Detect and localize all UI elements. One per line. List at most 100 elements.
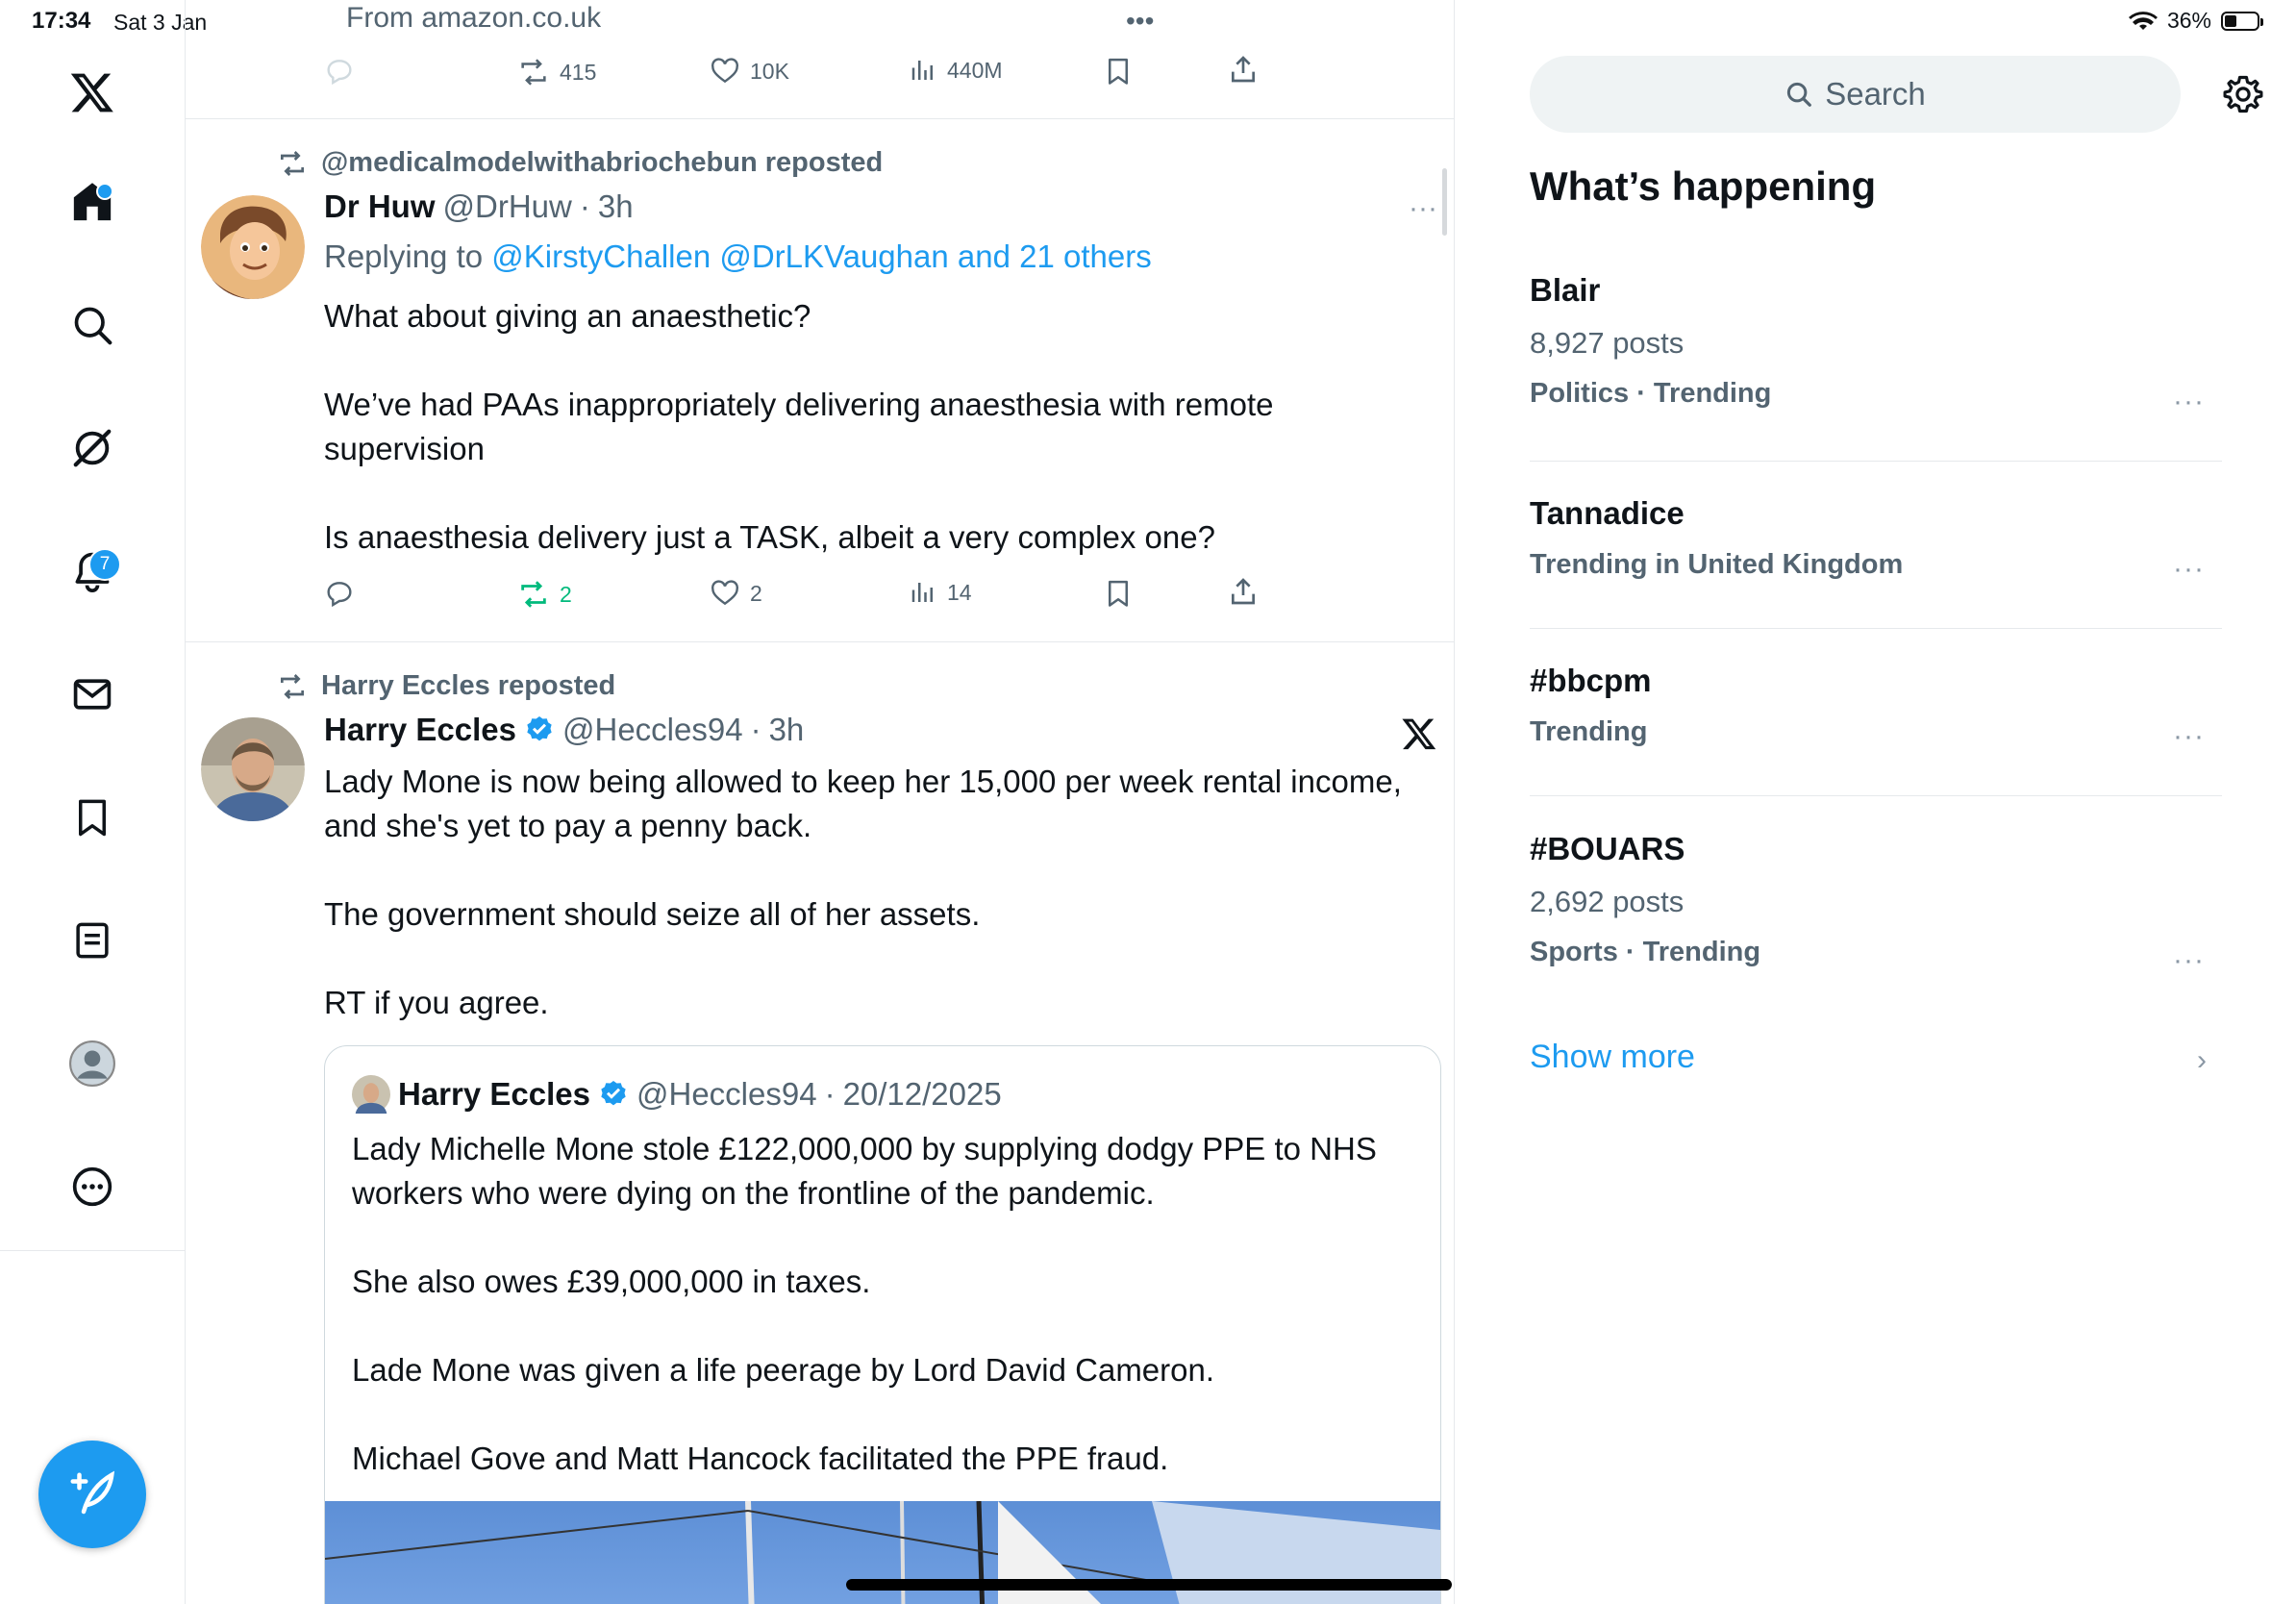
repost-count: 2 <box>560 581 572 607</box>
search-icon <box>74 307 112 345</box>
tweet-paragraph: What about giving an anaesthetic? <box>324 298 811 334</box>
trend-item[interactable]: #BOUARS 2,692 posts Sports · Trending ··… <box>1530 831 2222 976</box>
repost-context: @medicalmodelwithabriochebun reposted <box>277 147 883 179</box>
quote-header: Harry Eccles @Heccles94 · 20/12/2025 <box>352 1075 1002 1114</box>
nav-lists[interactable] <box>46 894 138 987</box>
tweet-header: Dr Huw @DrHuw · 3h <box>324 188 634 225</box>
settings-button[interactable] <box>2223 74 2263 119</box>
bookmark-icon <box>1109 580 1128 607</box>
x-logo-icon[interactable] <box>46 46 138 138</box>
tweet-paragraph: We’ve had PAAs inappropriately deliverin… <box>324 387 1274 466</box>
repost-icon <box>281 150 304 176</box>
compose-post-button[interactable] <box>38 1441 146 1548</box>
timeline-feed[interactable]: From amazon.co.uk ••• 415 10K 440M @medi… <box>186 0 1455 1604</box>
heart-icon <box>711 580 738 606</box>
reply-icon <box>327 582 352 608</box>
views-chart-icon <box>911 61 933 80</box>
nav-bookmarks[interactable] <box>46 771 138 864</box>
trend-more-button[interactable]: ··· <box>2173 944 2205 977</box>
bookmark-button[interactable] <box>1104 578 1133 609</box>
nav-grok[interactable] <box>46 402 138 494</box>
search-icon <box>1787 82 1812 107</box>
verified-badge-icon <box>601 1081 626 1106</box>
tweet-paragraph: RT if you agree. <box>324 985 549 1020</box>
nav-messages[interactable] <box>46 648 138 740</box>
trend-divider <box>1530 795 2222 796</box>
repost-icon <box>521 59 546 86</box>
quoted-tweet[interactable]: Harry Eccles @Heccles94 · 20/12/2025 Lad… <box>324 1045 1441 1604</box>
battery-level <box>2225 14 2236 27</box>
trend-item[interactable]: #bbcpm Trending ··· <box>1530 663 2222 752</box>
trend-more-button[interactable]: ··· <box>2173 386 2205 418</box>
dot-separator: · <box>579 188 590 224</box>
pip-grabber[interactable]: ••• <box>1126 6 1154 37</box>
tweet-header: Harry Eccles @Heccles94 · 3h <box>324 712 804 748</box>
like-button[interactable]: 10K <box>710 56 789 87</box>
author-name[interactable]: Harry Eccles <box>324 712 516 748</box>
author-handle[interactable]: @Heccles94 <box>562 712 743 748</box>
share-button[interactable] <box>1228 576 1259 607</box>
trend-more-button[interactable]: ··· <box>2173 553 2205 586</box>
feather-plus-icon <box>70 1470 115 1515</box>
status-indicators: 36% <box>2128 8 2263 34</box>
trend-item[interactable]: Blair 8,927 posts Politics · Trending ··… <box>1530 272 2222 417</box>
x-logo-icon[interactable] <box>1401 715 1437 757</box>
replying-to: Replying to @KirstyChallen @DrLKVaughan … <box>324 238 1152 275</box>
like-button[interactable]: 2 <box>710 578 762 609</box>
tweet-time[interactable]: 3h <box>769 712 805 748</box>
nav-notifications[interactable]: 7 <box>46 525 138 617</box>
share-button[interactable] <box>1228 54 1259 85</box>
trend-meta: Trending <box>1530 716 1648 747</box>
show-more-link[interactable]: Show more <box>1530 1039 1695 1076</box>
reply-button[interactable] <box>324 578 355 609</box>
home-indicator[interactable] <box>846 1579 1452 1591</box>
tweet-source: From amazon.co.uk <box>346 2 602 34</box>
nav-home[interactable] <box>46 156 138 248</box>
section-title: What’s happening <box>1530 163 1877 209</box>
chevron-right-icon: › <box>2197 1044 2207 1076</box>
tweet-more-button[interactable]: ··· <box>1409 192 1437 225</box>
trend-meta: Sports · Trending <box>1530 937 1761 967</box>
author-handle[interactable]: @DrHuw <box>443 188 572 225</box>
gear-icon <box>2223 75 2263 113</box>
nav-search[interactable] <box>46 279 138 371</box>
tweet-text: Lady Mone is now being allowed to keep h… <box>324 760 1449 1025</box>
repost-button[interactable]: 415 <box>517 56 596 88</box>
battery-percent: 36% <box>2166 8 2211 33</box>
search-placeholder: Search <box>1825 76 1926 112</box>
repost-context: Harry Eccles reposted <box>277 670 615 702</box>
quote-text: Lady Michelle Mone stole £122,000,000 by… <box>352 1127 1400 1481</box>
bookmark-icon <box>1109 58 1128 85</box>
views-button[interactable]: 14 <box>909 578 972 607</box>
wifi-icon <box>2128 11 2158 30</box>
grok-icon <box>73 429 112 467</box>
trend-more-button[interactable]: ··· <box>2173 720 2205 753</box>
trend-title: Tannadice <box>1530 495 1685 531</box>
replying-to-users[interactable]: @KirstyChallen @DrLKVaughan and 21 other… <box>491 238 1151 274</box>
dot-separator: · <box>824 1076 836 1112</box>
like-count: 10K <box>750 58 789 84</box>
search-input[interactable]: Search <box>1530 56 2181 133</box>
avatar-harry-eccles[interactable] <box>201 717 305 821</box>
quote-paragraph: Lade Mone was given a life peerage by Lo… <box>352 1352 1215 1388</box>
views-button[interactable]: 440M <box>909 56 1003 85</box>
profile-avatar-icon <box>69 1040 115 1087</box>
nav-more[interactable] <box>46 1140 138 1233</box>
envelope-icon <box>73 679 112 710</box>
avatar-dr-huw[interactable] <box>201 195 305 299</box>
repost-button-active[interactable]: 2 <box>517 578 572 611</box>
scroll-indicator[interactable] <box>1442 168 1447 236</box>
reply-button[interactable] <box>324 56 355 87</box>
author-name[interactable]: Dr Huw <box>324 188 436 225</box>
bookmark-button[interactable] <box>1104 56 1133 87</box>
tweet-divider <box>186 641 1454 642</box>
trend-meta: Trending in United Kingdom <box>1530 549 1904 580</box>
tweet-time[interactable]: 3h <box>598 188 634 225</box>
quote-date: 20/12/2025 <box>842 1076 1002 1112</box>
nav-profile[interactable] <box>46 1017 138 1110</box>
repost-icon <box>281 673 304 699</box>
verified-badge-icon <box>527 716 552 741</box>
views-chart-icon <box>911 583 933 602</box>
trend-item[interactable]: Tannadice Trending in United Kingdom ··· <box>1530 495 2222 585</box>
views-count: 440M <box>947 57 1003 83</box>
